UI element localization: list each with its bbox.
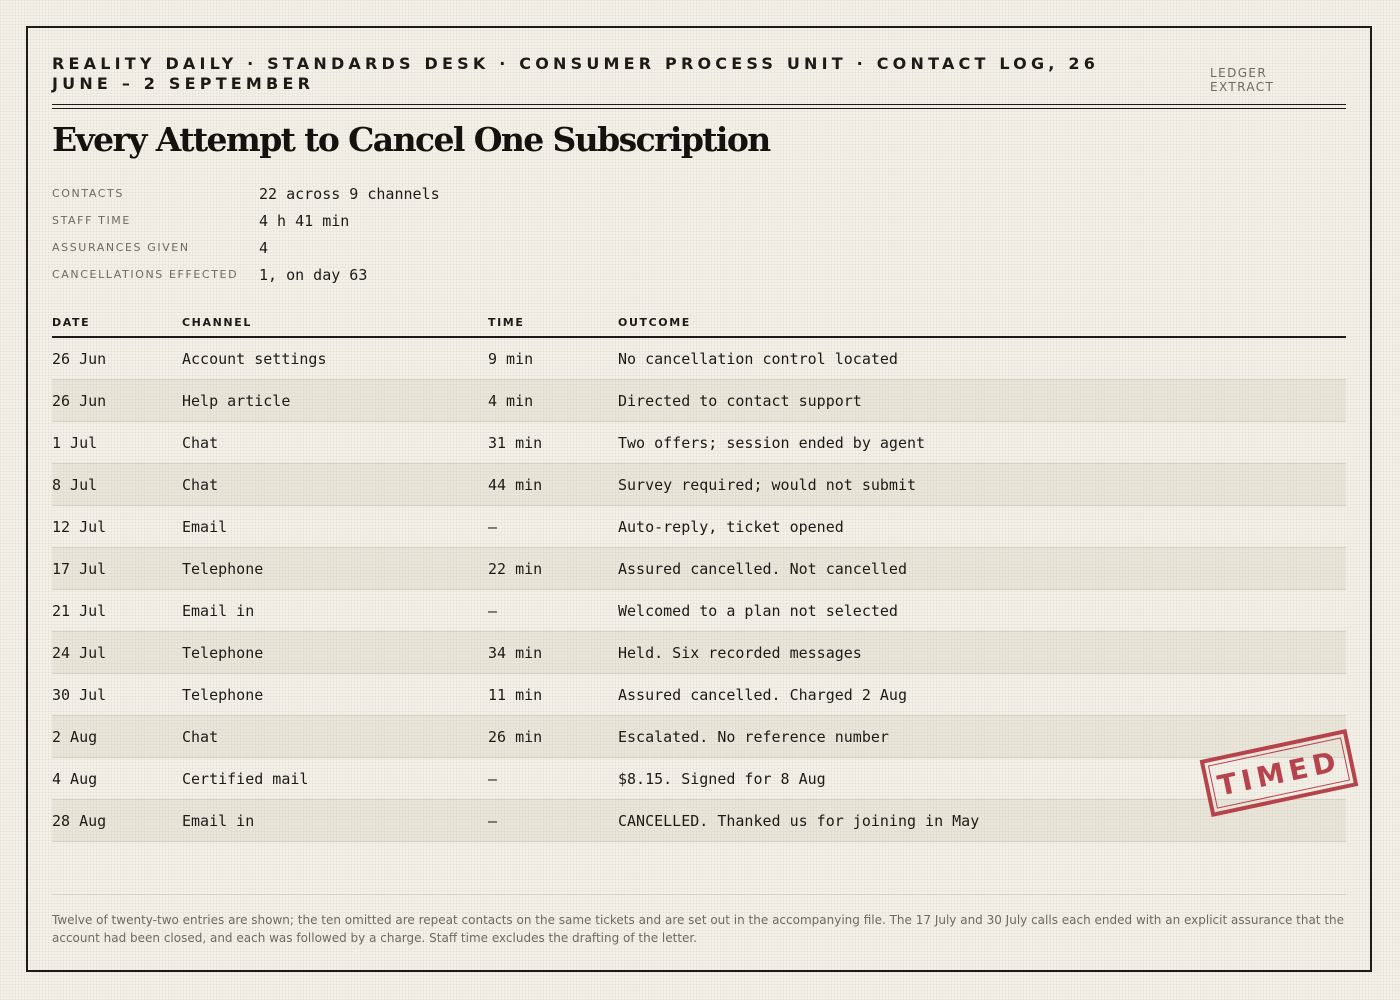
cell-time: 31 min — [488, 433, 543, 452]
cell-time: 11 min — [488, 685, 543, 704]
cell-time: 34 min — [488, 643, 543, 662]
cell-date: 30 Jul — [52, 685, 107, 704]
cell-channel: Telephone — [182, 643, 264, 662]
footnote: Twelve of twenty-two entries are shown; … — [52, 894, 1346, 947]
cell-date: 8 Jul — [52, 475, 98, 494]
column-header-channel: CHANNEL — [182, 315, 252, 329]
cell-date: 24 Jul — [52, 643, 107, 662]
summary-block: CONTACTS 22 across 9 channels STAFF TIME… — [52, 180, 440, 288]
cell-outcome: Auto-reply, ticket opened — [618, 517, 844, 536]
table-row: 2 Aug Chat 26 min Escalated. No referenc… — [52, 716, 1346, 758]
cell-date: 26 Jun — [52, 349, 107, 368]
cell-channel: Account settings — [182, 349, 327, 368]
cell-channel: Help article — [182, 391, 291, 410]
cell-time: — — [488, 769, 498, 788]
summary-value: 22 across 9 channels — [259, 184, 440, 203]
cell-date: 21 Jul — [52, 601, 107, 620]
cell-channel: Chat — [182, 433, 219, 452]
cell-outcome: CANCELLED. Thanked us for joining in May — [618, 811, 980, 830]
cell-time: 4 min — [488, 391, 534, 410]
cell-channel: Certified mail — [182, 769, 309, 788]
summary-value: 4 h 41 min — [259, 211, 350, 230]
table-row: 28 Aug Email in — CANCELLED. Thanked us … — [52, 800, 1346, 842]
cell-channel: Email in — [182, 601, 255, 620]
table-row: 26 Jun Help article 4 min Directed to co… — [52, 380, 1346, 422]
summary-row-staff-time: STAFF TIME 4 h 41 min — [52, 207, 440, 234]
document-body: Reality Daily · Standards Desk · Consume… — [52, 28, 1359, 970]
summary-label: ASSURANCES GIVEN — [52, 241, 190, 254]
table-row: 24 Jul Telephone 34 min Held. Six record… — [52, 632, 1346, 674]
cell-outcome: Welcomed to a plan not selected — [618, 601, 898, 620]
cell-channel: Telephone — [182, 559, 264, 578]
table-row: 4 Aug Certified mail — $8.15. Signed for… — [52, 758, 1346, 800]
cell-date: 1 Jul — [52, 433, 98, 452]
table-row: 26 Jun Account settings 9 min No cancell… — [52, 338, 1346, 380]
summary-label: CANCELLATIONS EFFECTED — [52, 268, 239, 281]
cell-time: — — [488, 811, 498, 830]
table-body: 26 Jun Account settings 9 min No cancell… — [52, 338, 1346, 842]
cell-outcome: No cancellation control located — [618, 349, 898, 368]
table-header: DATE CHANNEL TIME OUTCOME — [52, 308, 1346, 338]
table-row: 30 Jul Telephone 11 min Assured cancelle… — [52, 674, 1346, 716]
cell-channel: Chat — [182, 475, 219, 494]
summary-row-assurances: ASSURANCES GIVEN 4 — [52, 234, 440, 261]
cell-outcome: Held. Six recorded messages — [618, 643, 862, 662]
cell-time: 22 min — [488, 559, 543, 578]
masthead: Reality Daily · Standards Desk · Consume… — [52, 54, 1100, 93]
cell-time: — — [488, 517, 498, 536]
column-header-outcome: OUTCOME — [618, 315, 691, 329]
table-row: 12 Jul Email — Auto-reply, ticket opened — [52, 506, 1346, 548]
summary-value: 4 — [259, 238, 269, 257]
cell-time: — — [488, 601, 498, 620]
ledger-tag: LEDGER EXTRACT — [1210, 66, 1275, 94]
cell-outcome: Survey required; would not submit — [618, 475, 917, 494]
summary-row-contacts: CONTACTS 22 across 9 channels — [52, 180, 440, 207]
table-row: 1 Jul Chat 31 min Two offers; session en… — [52, 422, 1346, 464]
cell-channel: Email in — [182, 811, 255, 830]
column-header-time: TIME — [488, 315, 525, 329]
cell-date: 4 Aug — [52, 769, 98, 788]
page-title: Every Attempt to Cancel One Subscription — [52, 120, 771, 159]
cell-date: 2 Aug — [52, 727, 98, 746]
cell-outcome: Assured cancelled. Charged 2 Aug — [618, 685, 907, 704]
header-rule — [52, 104, 1346, 109]
table-row: 17 Jul Telephone 22 min Assured cancelle… — [52, 548, 1346, 590]
cell-date: 26 Jun — [52, 391, 107, 410]
table-row: 8 Jul Chat 44 min Survey required; would… — [52, 464, 1346, 506]
summary-row-cancellations: CANCELLATIONS EFFECTED 1, on day 63 — [52, 261, 440, 288]
column-header-date: DATE — [52, 315, 91, 329]
cell-channel: Chat — [182, 727, 219, 746]
cell-time: 26 min — [488, 727, 543, 746]
cell-outcome: Escalated. No reference number — [618, 727, 889, 746]
cell-channel: Email — [182, 517, 228, 536]
summary-label: CONTACTS — [52, 187, 124, 200]
cell-outcome: Assured cancelled. Not cancelled — [618, 559, 907, 578]
cell-channel: Telephone — [182, 685, 264, 704]
contact-log-table: DATE CHANNEL TIME OUTCOME 26 Jun Account… — [52, 308, 1346, 842]
table-row: 21 Jul Email in — Welcomed to a plan not… — [52, 590, 1346, 632]
cell-outcome: Two offers; session ended by agent — [618, 433, 926, 452]
summary-label: STAFF TIME — [52, 214, 131, 227]
cell-date: 17 Jul — [52, 559, 107, 578]
document-frame: Reality Daily · Standards Desk · Consume… — [26, 26, 1372, 972]
cell-outcome: Directed to contact support — [618, 391, 862, 410]
cell-time: 9 min — [488, 349, 534, 368]
cell-date: 28 Aug — [52, 811, 107, 830]
cell-date: 12 Jul — [52, 517, 107, 536]
summary-value: 1, on day 63 — [259, 265, 368, 284]
cell-time: 44 min — [488, 475, 543, 494]
